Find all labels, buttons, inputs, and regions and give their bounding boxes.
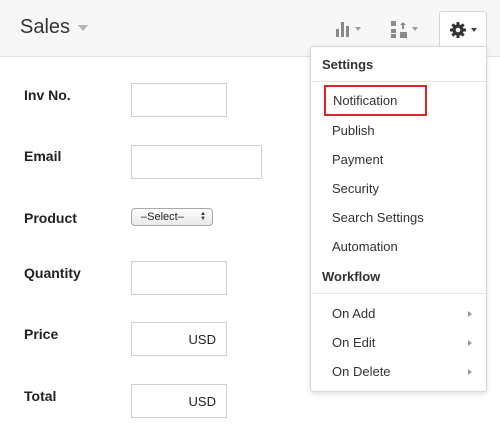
settings-dropdown-menu: Settings Notification Publish Payment Se… bbox=[310, 46, 487, 392]
menu-item-automation[interactable]: Automation bbox=[332, 239, 398, 254]
gear-icon bbox=[449, 21, 466, 38]
menu-item-search-settings[interactable]: Search Settings bbox=[332, 210, 424, 225]
menu-item-on-delete[interactable]: On Delete bbox=[332, 364, 391, 379]
chevron-right-icon bbox=[468, 369, 472, 375]
menu-item-notification[interactable]: Notification bbox=[324, 85, 427, 116]
inv-no-label: Inv No. bbox=[24, 87, 71, 103]
price-currency: USD bbox=[188, 331, 216, 347]
chart-menu-button[interactable] bbox=[336, 18, 361, 40]
menu-item-publish[interactable]: Publish bbox=[332, 123, 375, 138]
bar-chart-icon bbox=[336, 21, 349, 37]
product-select-value: –Select– bbox=[141, 211, 184, 223]
app-title: Sales bbox=[20, 16, 71, 38]
inv-no-input[interactable] bbox=[131, 83, 227, 117]
price-input[interactable]: USD bbox=[131, 322, 227, 356]
total-input[interactable]: USD bbox=[131, 384, 227, 418]
quantity-label: Quantity bbox=[24, 265, 81, 281]
chevron-down-icon bbox=[470, 27, 477, 32]
chevron-down-icon bbox=[355, 27, 361, 31]
menu-divider bbox=[311, 293, 486, 294]
select-arrows-icon: ▲ ▼ bbox=[200, 211, 206, 222]
settings-heading: Settings bbox=[322, 57, 374, 72]
menu-item-security[interactable]: Security bbox=[332, 181, 379, 196]
product-label: Product bbox=[24, 210, 77, 226]
chevron-right-icon bbox=[468, 311, 472, 317]
quantity-input[interactable] bbox=[131, 261, 227, 295]
total-currency: USD bbox=[188, 393, 216, 409]
layout-menu-button[interactable] bbox=[391, 18, 418, 40]
chevron-down-icon bbox=[412, 27, 418, 31]
email-label: Email bbox=[24, 148, 62, 164]
layout-arrows-icon bbox=[391, 20, 407, 38]
email-input[interactable] bbox=[131, 145, 262, 179]
product-select[interactable]: –Select– ▲ ▼ bbox=[131, 208, 213, 226]
total-label: Total bbox=[24, 388, 57, 404]
menu-divider bbox=[311, 81, 486, 82]
workflow-heading: Workflow bbox=[322, 269, 381, 284]
menu-item-on-edit[interactable]: On Edit bbox=[332, 335, 375, 350]
settings-menu-button[interactable] bbox=[439, 11, 487, 47]
menu-item-on-add[interactable]: On Add bbox=[332, 306, 375, 321]
menu-item-payment[interactable]: Payment bbox=[332, 152, 383, 167]
chevron-right-icon bbox=[468, 340, 472, 346]
app-switcher[interactable]: Sales bbox=[20, 16, 89, 39]
price-label: Price bbox=[24, 326, 59, 342]
chevron-down-icon bbox=[78, 24, 89, 31]
